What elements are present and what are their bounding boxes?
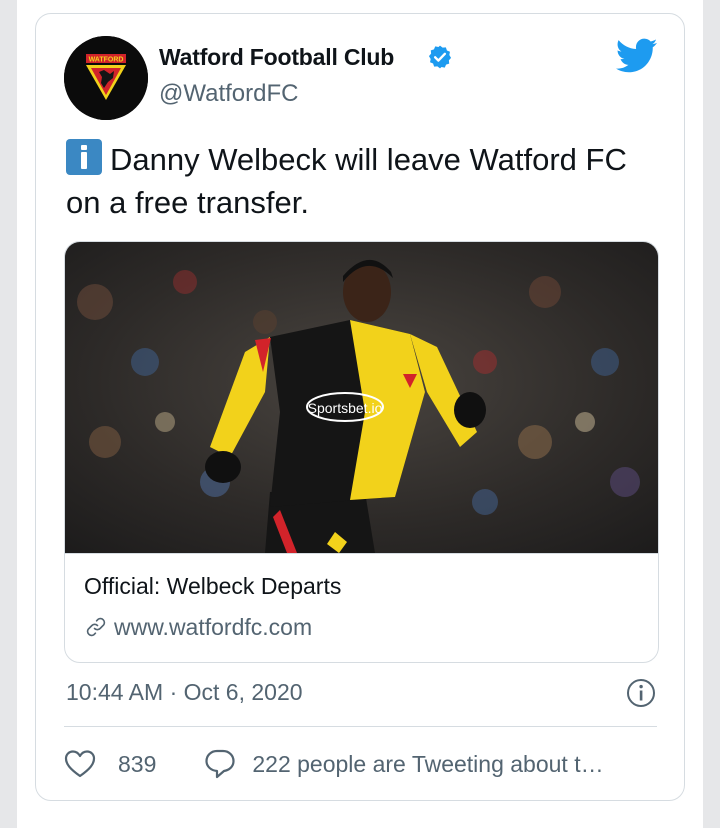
verified-badge-icon <box>428 45 452 69</box>
twitter-bird-icon[interactable] <box>616 38 658 74</box>
watford-crest-logo: WATFORD <box>64 36 148 120</box>
info-icon[interactable] <box>625 677 657 709</box>
tweet-text: Danny Welbeck will leave Watford FC on a… <box>66 142 627 220</box>
like-button[interactable]: 839 <box>64 749 156 779</box>
footballer-photo: Sportsbet.io <box>65 242 658 553</box>
tweet-embed-card[interactable]: WATFORD Watford Football Club @WatfordFC… <box>35 13 685 801</box>
link-preview-image[interactable]: Sportsbet.io <box>65 242 658 553</box>
author-handle[interactable]: @WatfordFC <box>159 80 299 108</box>
conversation-link[interactable]: 222 people are Tweeting about t… <box>204 748 604 780</box>
actions-divider <box>64 726 657 727</box>
heart-icon <box>64 750 96 778</box>
reply-bubble-icon <box>205 749 235 779</box>
link-domain-row[interactable]: www.watfordfc.com <box>84 612 312 642</box>
page-background: WATFORD Watford Football Club @WatfordFC… <box>17 0 703 828</box>
like-count: 839 <box>118 750 157 777</box>
media-divider <box>65 553 658 554</box>
tweet-actions: 839 222 people are Tweeting about t… <box>64 747 657 781</box>
link-preview-card[interactable]: Sportsbet.io Official: Welbeck Departs w… <box>64 241 659 663</box>
link-icon <box>86 617 106 637</box>
information-emoji-icon <box>66 139 102 175</box>
tweet-timestamp[interactable]: 10:44 AM · Oct 6, 2020 <box>66 679 303 706</box>
avatar[interactable]: WATFORD <box>64 36 148 120</box>
shirt-sponsor-text: Sportsbet.io <box>308 400 383 416</box>
avatar-badge-text: WATFORD <box>89 57 124 64</box>
link-domain: www.watfordfc.com <box>114 613 313 640</box>
conversation-text: 222 people are Tweeting about t… <box>252 750 604 777</box>
tweet-body: Danny Welbeck will leave Watford FC on a… <box>66 138 646 224</box>
link-title[interactable]: Official: Welbeck Departs <box>84 573 341 600</box>
author-name[interactable]: Watford Football Club <box>159 44 394 71</box>
